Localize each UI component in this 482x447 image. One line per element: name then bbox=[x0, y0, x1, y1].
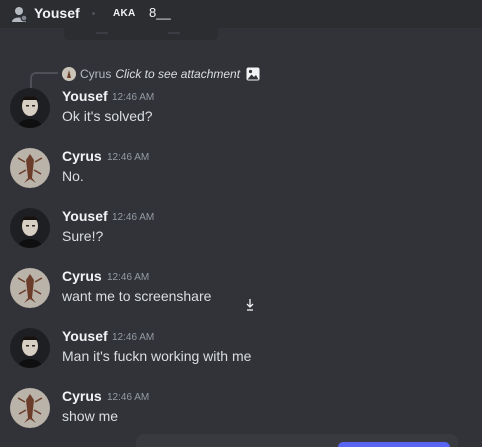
cyrus-avatar[interactable] bbox=[10, 148, 50, 188]
yousef-avatar[interactable] bbox=[10, 208, 50, 248]
reply-text[interactable]: Click to see attachment bbox=[115, 67, 240, 81]
cyrus-avatar[interactable] bbox=[10, 388, 50, 428]
attachment-embed-remnant[interactable] bbox=[64, 28, 218, 40]
message[interactable]: Yousef 12:46 AM Man it's fuckn working w… bbox=[0, 328, 482, 384]
image-icon bbox=[246, 67, 260, 81]
message[interactable]: Cyrus 12:46 AM No. bbox=[0, 148, 482, 204]
message-text: want me to screenshare bbox=[62, 288, 212, 304]
message-timestamp: 12:46 AM bbox=[112, 332, 155, 343]
message-timestamp: 12:46 AM bbox=[107, 152, 150, 163]
message-text: No. bbox=[62, 168, 84, 184]
message-timestamp: 12:46 AM bbox=[107, 272, 150, 283]
message-text: show me bbox=[62, 408, 119, 424]
reply-avatar[interactable] bbox=[62, 67, 76, 81]
message-author[interactable]: Yousef bbox=[62, 208, 108, 224]
message-author[interactable]: Cyrus bbox=[62, 148, 102, 164]
separator-dot bbox=[92, 12, 95, 15]
user-status-icon[interactable] bbox=[10, 5, 28, 23]
message-author[interactable]: Cyrus bbox=[62, 388, 102, 404]
aka-value: 8__ bbox=[149, 5, 171, 20]
message-timestamp: 12:46 AM bbox=[107, 392, 150, 403]
message-timestamp: 12:46 AM bbox=[112, 212, 155, 223]
reply-connector bbox=[30, 72, 58, 88]
reply-author[interactable]: Cyrus bbox=[80, 67, 111, 81]
yousef-avatar[interactable] bbox=[10, 328, 50, 368]
dm-header: Yousef AKA 8__ bbox=[0, 0, 482, 28]
message[interactable]: Cyrus 12:46 AM want me to screenshare bbox=[0, 268, 482, 324]
message-composer[interactable] bbox=[136, 434, 458, 447]
message-timestamp: 12:46 AM bbox=[112, 92, 155, 103]
message[interactable]: Yousef 12:46 AM Ok it's solved? bbox=[0, 88, 482, 144]
message[interactable]: Yousef 12:46 AM Sure!? bbox=[0, 208, 482, 264]
text-cursor-icon bbox=[246, 299, 254, 311]
message-text: Ok it's solved? bbox=[62, 108, 153, 124]
message-text: Sure!? bbox=[62, 228, 104, 244]
message-text: Man it's fuckn working with me bbox=[62, 348, 252, 364]
cyrus-avatar[interactable] bbox=[10, 268, 50, 308]
yousef-avatar[interactable] bbox=[10, 88, 50, 128]
new-messages-pill[interactable] bbox=[338, 442, 450, 447]
message-author[interactable]: Cyrus bbox=[62, 268, 102, 284]
dm-name[interactable]: Yousef bbox=[34, 5, 80, 21]
aka-label: AKA bbox=[113, 8, 136, 19]
message-author[interactable]: Yousef bbox=[62, 88, 108, 104]
message-author[interactable]: Yousef bbox=[62, 328, 108, 344]
reply-reference[interactable]: Cyrus Click to see attachment bbox=[62, 66, 260, 82]
